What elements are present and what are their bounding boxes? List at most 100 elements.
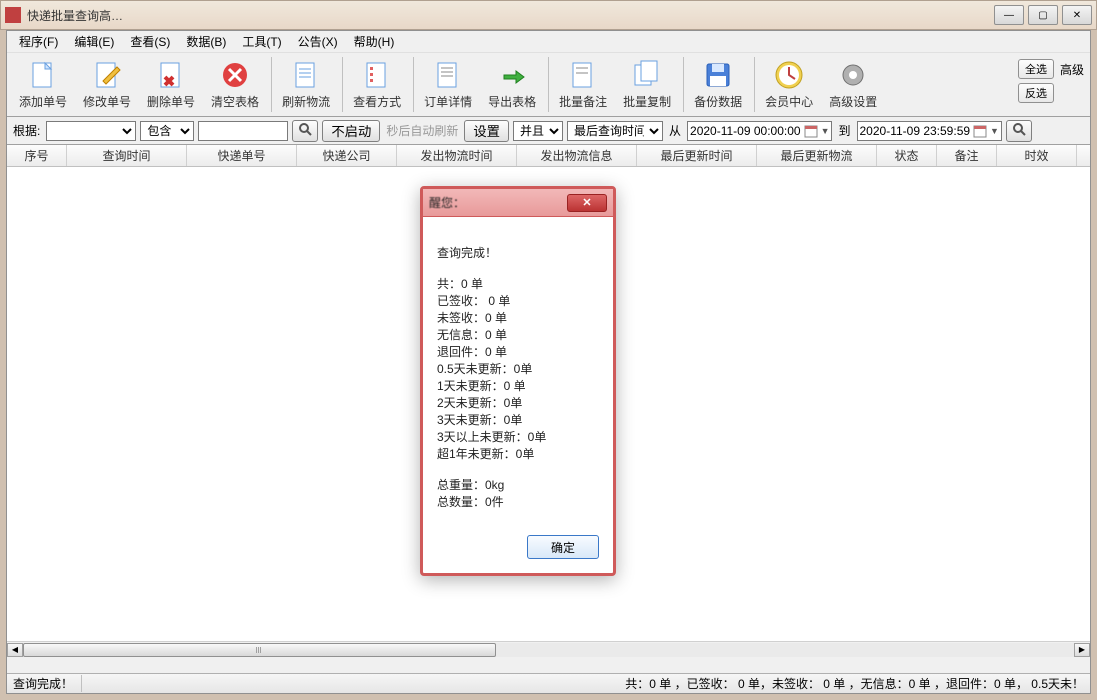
dialog-title-text: 醒您： — [429, 194, 567, 211]
scroll-left-icon[interactable]: ◀ — [7, 643, 23, 657]
toolbar: 添加单号 修改单号 删除单号 清空表格 刷新物流 — [7, 53, 1090, 117]
settings-icon — [837, 59, 869, 91]
toolbar-right: 全选 高级 反选 — [1018, 59, 1084, 103]
date-to-field[interactable]: 2020-11-09 23:59:59 ▼ — [857, 121, 1002, 141]
col-last-update-time[interactable]: 最后更新时间 — [637, 145, 757, 166]
settings-button-small[interactable]: 设置 — [464, 120, 509, 142]
dialog-done: 查询完成！ — [437, 245, 599, 262]
dialog-line: 无信息：0 单 — [437, 327, 599, 344]
toolbar-view[interactable]: 查看方式 — [342, 57, 409, 112]
menu-view[interactable]: 查看(S) — [122, 31, 178, 52]
scroll-thumb[interactable] — [23, 643, 496, 657]
magnifier-icon — [1012, 122, 1026, 136]
dialog-footer: 确定 — [423, 525, 613, 573]
dialog-title-bar[interactable]: 醒您： ✕ — [423, 189, 613, 217]
calendar-icon — [804, 124, 818, 138]
window-maximize-button[interactable]: ▢ — [1028, 5, 1058, 25]
col-query-time[interactable]: 查询时间 — [67, 145, 187, 166]
clear-icon — [219, 59, 251, 91]
search-input[interactable] — [198, 121, 288, 141]
auto-refresh-label: 秒后自动刷新 — [384, 122, 460, 139]
col-ship-info[interactable]: 发出物流信息 — [517, 145, 637, 166]
horizontal-scrollbar[interactable]: ◀ ▶ — [7, 641, 1090, 657]
dialog-close-button[interactable]: ✕ — [567, 194, 607, 212]
and-select[interactable]: 并且 — [513, 121, 563, 141]
scroll-right-icon[interactable]: ▶ — [1074, 643, 1090, 657]
to-label: 到 — [836, 122, 852, 139]
filter-search-button[interactable] — [1006, 120, 1032, 142]
toolbar-delete[interactable]: 删除单号 — [139, 57, 203, 112]
col-ship-time[interactable]: 发出物流时间 — [397, 145, 517, 166]
dialog-line: 3天未更新：0单 — [437, 412, 599, 429]
toolbar-add[interactable]: 添加单号 — [11, 57, 75, 112]
invert-selection-button[interactable]: 反选 — [1018, 83, 1054, 103]
toolbar-batch-copy[interactable]: 批量复制 — [615, 57, 679, 112]
toolbar-batch-note[interactable]: 批量备注 — [548, 57, 615, 112]
col-aging[interactable]: 时效 — [997, 145, 1077, 166]
col-tracking-no[interactable]: 快递单号 — [187, 145, 297, 166]
basis-select[interactable] — [46, 121, 136, 141]
col-company[interactable]: 快递公司 — [297, 145, 397, 166]
doc-edit-icon — [91, 59, 123, 91]
backup-icon — [702, 59, 734, 91]
window-minimize-button[interactable]: — — [994, 5, 1024, 25]
grid-header: 序号 查询时间 快递单号 快递公司 发出物流时间 发出物流信息 最后更新时间 最… — [7, 145, 1090, 167]
dialog-count: 总数量：0件 — [437, 494, 599, 511]
basis-label: 根据: — [11, 122, 42, 139]
menu-program[interactable]: 程序(F) — [11, 31, 66, 52]
chevron-down-icon: ▼ — [821, 126, 830, 136]
doc-delete-icon — [155, 59, 187, 91]
contain-select[interactable]: 包含 — [140, 121, 194, 141]
col-index[interactable]: 序号 — [7, 145, 67, 166]
date-from-field[interactable]: 2020-11-09 00:00:00 ▼ — [687, 121, 832, 141]
toolbar-member[interactable]: 会员中心 — [754, 57, 821, 112]
menu-edit[interactable]: 编辑(E) — [66, 31, 122, 52]
status-left: 查询完成！ — [13, 675, 82, 692]
toolbar-refresh[interactable]: 刷新物流 — [271, 57, 338, 112]
magnifier-icon — [298, 122, 312, 136]
dialog-line: 2天未更新：0单 — [437, 395, 599, 412]
toolbar-export[interactable]: 导出表格 — [480, 57, 544, 112]
toolbar-detail[interactable]: 订单详情 — [413, 57, 480, 112]
col-remark[interactable]: 备注 — [937, 145, 997, 166]
menu-data[interactable]: 数据(B) — [178, 31, 234, 52]
from-label: 从 — [667, 122, 683, 139]
dialog-line: 超1年未更新：0单 — [437, 446, 599, 463]
refresh-icon — [290, 59, 322, 91]
advanced-label: 高级 — [1060, 61, 1084, 78]
app-icon — [5, 7, 21, 23]
status-right: 共：0 单 ，已签收： 0 单，未签收： 0 单 ，无信息：0 单 ，退回件：0… — [625, 675, 1084, 692]
window-close-button[interactable]: ✕ — [1062, 5, 1092, 25]
window-title: 快递批量查询高… — [27, 7, 990, 24]
menu-announce[interactable]: 公告(X) — [290, 31, 346, 52]
chevron-down-icon: ▼ — [990, 126, 999, 136]
dialog-weight: 总重量：0kg — [437, 477, 599, 494]
dialog-line: 共：0 单 — [437, 276, 599, 293]
dialog-ok-button[interactable]: 确定 — [527, 535, 599, 559]
search-button[interactable] — [292, 120, 318, 142]
dialog-line: 未签收：0 单 — [437, 310, 599, 327]
select-all-button[interactable]: 全选 — [1018, 59, 1054, 79]
export-icon — [496, 59, 528, 91]
time-type-select[interactable]: 最后查询时间 — [567, 121, 663, 141]
dialog-line: 0.5天未更新：0单 — [437, 361, 599, 378]
member-icon — [773, 59, 805, 91]
filter-bar: 根据: 包含 不启动 秒后自动刷新 设置 并且 最后查询时间 从 2020-11… — [7, 117, 1090, 145]
calendar-icon — [973, 124, 987, 138]
detail-icon — [432, 59, 464, 91]
toolbar-backup[interactable]: 备份数据 — [683, 57, 750, 112]
col-last-update-info[interactable]: 最后更新物流 — [757, 145, 877, 166]
view-icon — [361, 59, 393, 91]
dialog-line: 退回件：0 单 — [437, 344, 599, 361]
col-status[interactable]: 状态 — [877, 145, 937, 166]
menu-help[interactable]: 帮助(H) — [346, 31, 403, 52]
menu-tools[interactable]: 工具(T) — [234, 31, 289, 52]
dialog-line: 已签收： 0 单 — [437, 293, 599, 310]
toolbar-edit[interactable]: 修改单号 — [75, 57, 139, 112]
menu-bar: 程序(F) 编辑(E) 查看(S) 数据(B) 工具(T) 公告(X) 帮助(H… — [7, 31, 1090, 53]
batch-note-icon — [567, 59, 599, 91]
toolbar-settings[interactable]: 高级设置 — [821, 57, 885, 112]
not-started-button[interactable]: 不启动 — [322, 120, 380, 142]
scroll-track[interactable] — [23, 643, 1074, 657]
toolbar-clear[interactable]: 清空表格 — [203, 57, 267, 112]
